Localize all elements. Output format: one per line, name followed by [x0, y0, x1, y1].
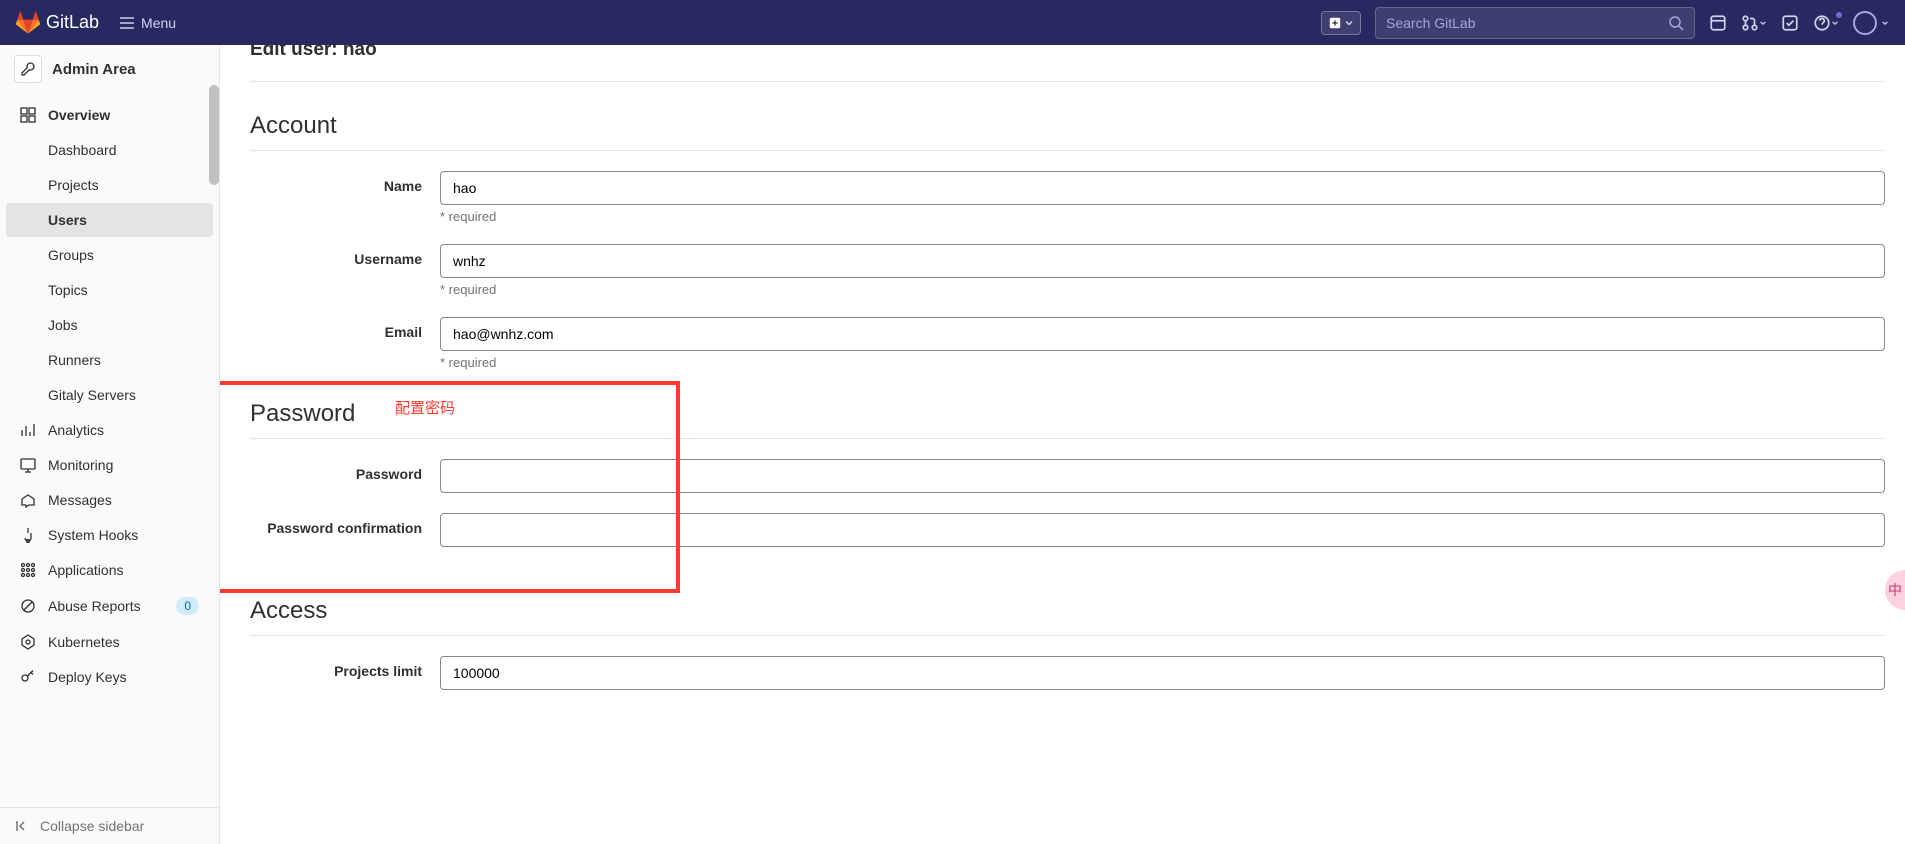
- sidebar-item-dashboard[interactable]: Dashboard: [6, 133, 213, 167]
- sidebar-item-overview[interactable]: Overview: [6, 98, 213, 132]
- todos-icon[interactable]: [1781, 14, 1799, 32]
- search-input[interactable]: [1386, 15, 1668, 31]
- sidebar-item-label: Users: [48, 212, 87, 228]
- wrench-icon: [14, 55, 42, 83]
- menu-button[interactable]: Menu: [119, 15, 176, 31]
- overview-icon: [20, 107, 36, 123]
- sidebar-item-label: Monitoring: [48, 457, 113, 473]
- main-content: Edit user: hao Account Name * required U…: [220, 45, 1905, 844]
- section-account-title: Account: [250, 112, 1885, 151]
- merge-requests-icon[interactable]: [1741, 14, 1767, 32]
- collapse-sidebar[interactable]: Collapse sidebar: [0, 807, 219, 844]
- sidebar-item-label: Applications: [48, 562, 124, 578]
- new-button[interactable]: [1321, 11, 1361, 35]
- sidebar-item-label: Kubernetes: [48, 634, 120, 650]
- username-help: * required: [440, 282, 1885, 297]
- plus-icon: [1328, 16, 1342, 30]
- sidebar-item-topics[interactable]: Topics: [6, 273, 213, 307]
- sidebar-item-label: Gitaly Servers: [48, 387, 136, 403]
- sidebar-item-label: Runners: [48, 352, 101, 368]
- sidebar-item-deploy keys[interactable]: Deploy Keys: [6, 660, 213, 694]
- sidebar-item-abuse reports[interactable]: Abuse Reports 0: [6, 588, 213, 624]
- sidebar-item-label: Overview: [48, 107, 110, 123]
- section-access-title: Access: [250, 597, 1885, 636]
- menu-label: Menu: [141, 15, 176, 31]
- messages-icon: [20, 492, 36, 508]
- chevron-down-icon: [1344, 18, 1354, 28]
- name-label: Name: [250, 171, 440, 194]
- email-label: Email: [250, 317, 440, 340]
- email-input[interactable]: [440, 317, 1885, 351]
- sidebar-item-messages[interactable]: Messages: [6, 483, 213, 517]
- sidebar-item-label: Topics: [48, 282, 88, 298]
- sidebar-item-label: Abuse Reports: [48, 598, 141, 614]
- name-input[interactable]: [440, 171, 1885, 205]
- sidebar-item-label: Jobs: [48, 317, 78, 333]
- projects-limit-label: Projects limit: [250, 656, 440, 679]
- help-icon[interactable]: [1813, 14, 1839, 32]
- sidebar: Admin Area Overview Dashboard Projects U…: [0, 45, 220, 844]
- brand-name: GitLab: [46, 12, 99, 33]
- page-title: Edit user: hao: [250, 45, 1885, 82]
- badge: 0: [176, 597, 199, 615]
- sidebar-item-groups[interactable]: Groups: [6, 238, 213, 272]
- hamburger-icon: [119, 15, 135, 31]
- abuse-icon: [20, 598, 36, 614]
- sidebar-item-applications[interactable]: Applications: [6, 553, 213, 587]
- hooks-icon: [20, 527, 36, 543]
- sidebar-item-label: System Hooks: [48, 527, 138, 543]
- search-box[interactable]: [1375, 7, 1695, 39]
- sidebar-item-kubernetes[interactable]: Kubernetes: [6, 625, 213, 659]
- name-help: * required: [440, 209, 1885, 224]
- sidebar-item-runners[interactable]: Runners: [6, 343, 213, 377]
- key-icon: [20, 669, 36, 685]
- sidebar-item-jobs[interactable]: Jobs: [6, 308, 213, 342]
- sidebar-item-projects[interactable]: Projects: [6, 168, 213, 202]
- sidebar-scrollbar[interactable]: [209, 85, 219, 185]
- projects-limit-input[interactable]: [440, 656, 1885, 690]
- sidebar-item-label: Groups: [48, 247, 94, 263]
- sidebar-item-users[interactable]: Users: [6, 203, 213, 237]
- avatar-icon: [1853, 11, 1877, 35]
- user-avatar[interactable]: [1853, 11, 1889, 35]
- issues-icon[interactable]: [1709, 14, 1727, 32]
- sidebar-context[interactable]: Admin Area: [0, 45, 219, 93]
- analytics-icon: [20, 422, 36, 438]
- applications-icon: [20, 562, 36, 578]
- gitlab-logo-icon: [16, 11, 40, 35]
- username-input[interactable]: [440, 244, 1885, 278]
- sidebar-item-monitoring[interactable]: Monitoring: [6, 448, 213, 482]
- sidebar-item-label: Messages: [48, 492, 112, 508]
- email-help: * required: [440, 355, 1885, 370]
- top-header: GitLab Menu: [0, 0, 1905, 45]
- collapse-label: Collapse sidebar: [40, 818, 144, 834]
- sidebar-item-label: Analytics: [48, 422, 104, 438]
- sidebar-item-label: Deploy Keys: [48, 669, 127, 685]
- username-label: Username: [250, 244, 440, 267]
- floating-widget-icon: 中: [1888, 580, 1902, 600]
- search-icon: [1668, 15, 1684, 31]
- collapse-icon: [14, 818, 30, 834]
- gitlab-logo[interactable]: GitLab: [16, 11, 99, 35]
- sidebar-item-analytics[interactable]: Analytics: [6, 413, 213, 447]
- sidebar-item-gitaly servers[interactable]: Gitaly Servers: [6, 378, 213, 412]
- sidebar-item-system hooks[interactable]: System Hooks: [6, 518, 213, 552]
- sidebar-item-label: Dashboard: [48, 142, 117, 158]
- monitoring-icon: [20, 457, 36, 473]
- header-right: [1321, 7, 1889, 39]
- kubernetes-icon: [20, 634, 36, 650]
- annotation-box: [220, 381, 680, 593]
- sidebar-context-label: Admin Area: [52, 61, 136, 78]
- sidebar-item-label: Projects: [48, 177, 99, 193]
